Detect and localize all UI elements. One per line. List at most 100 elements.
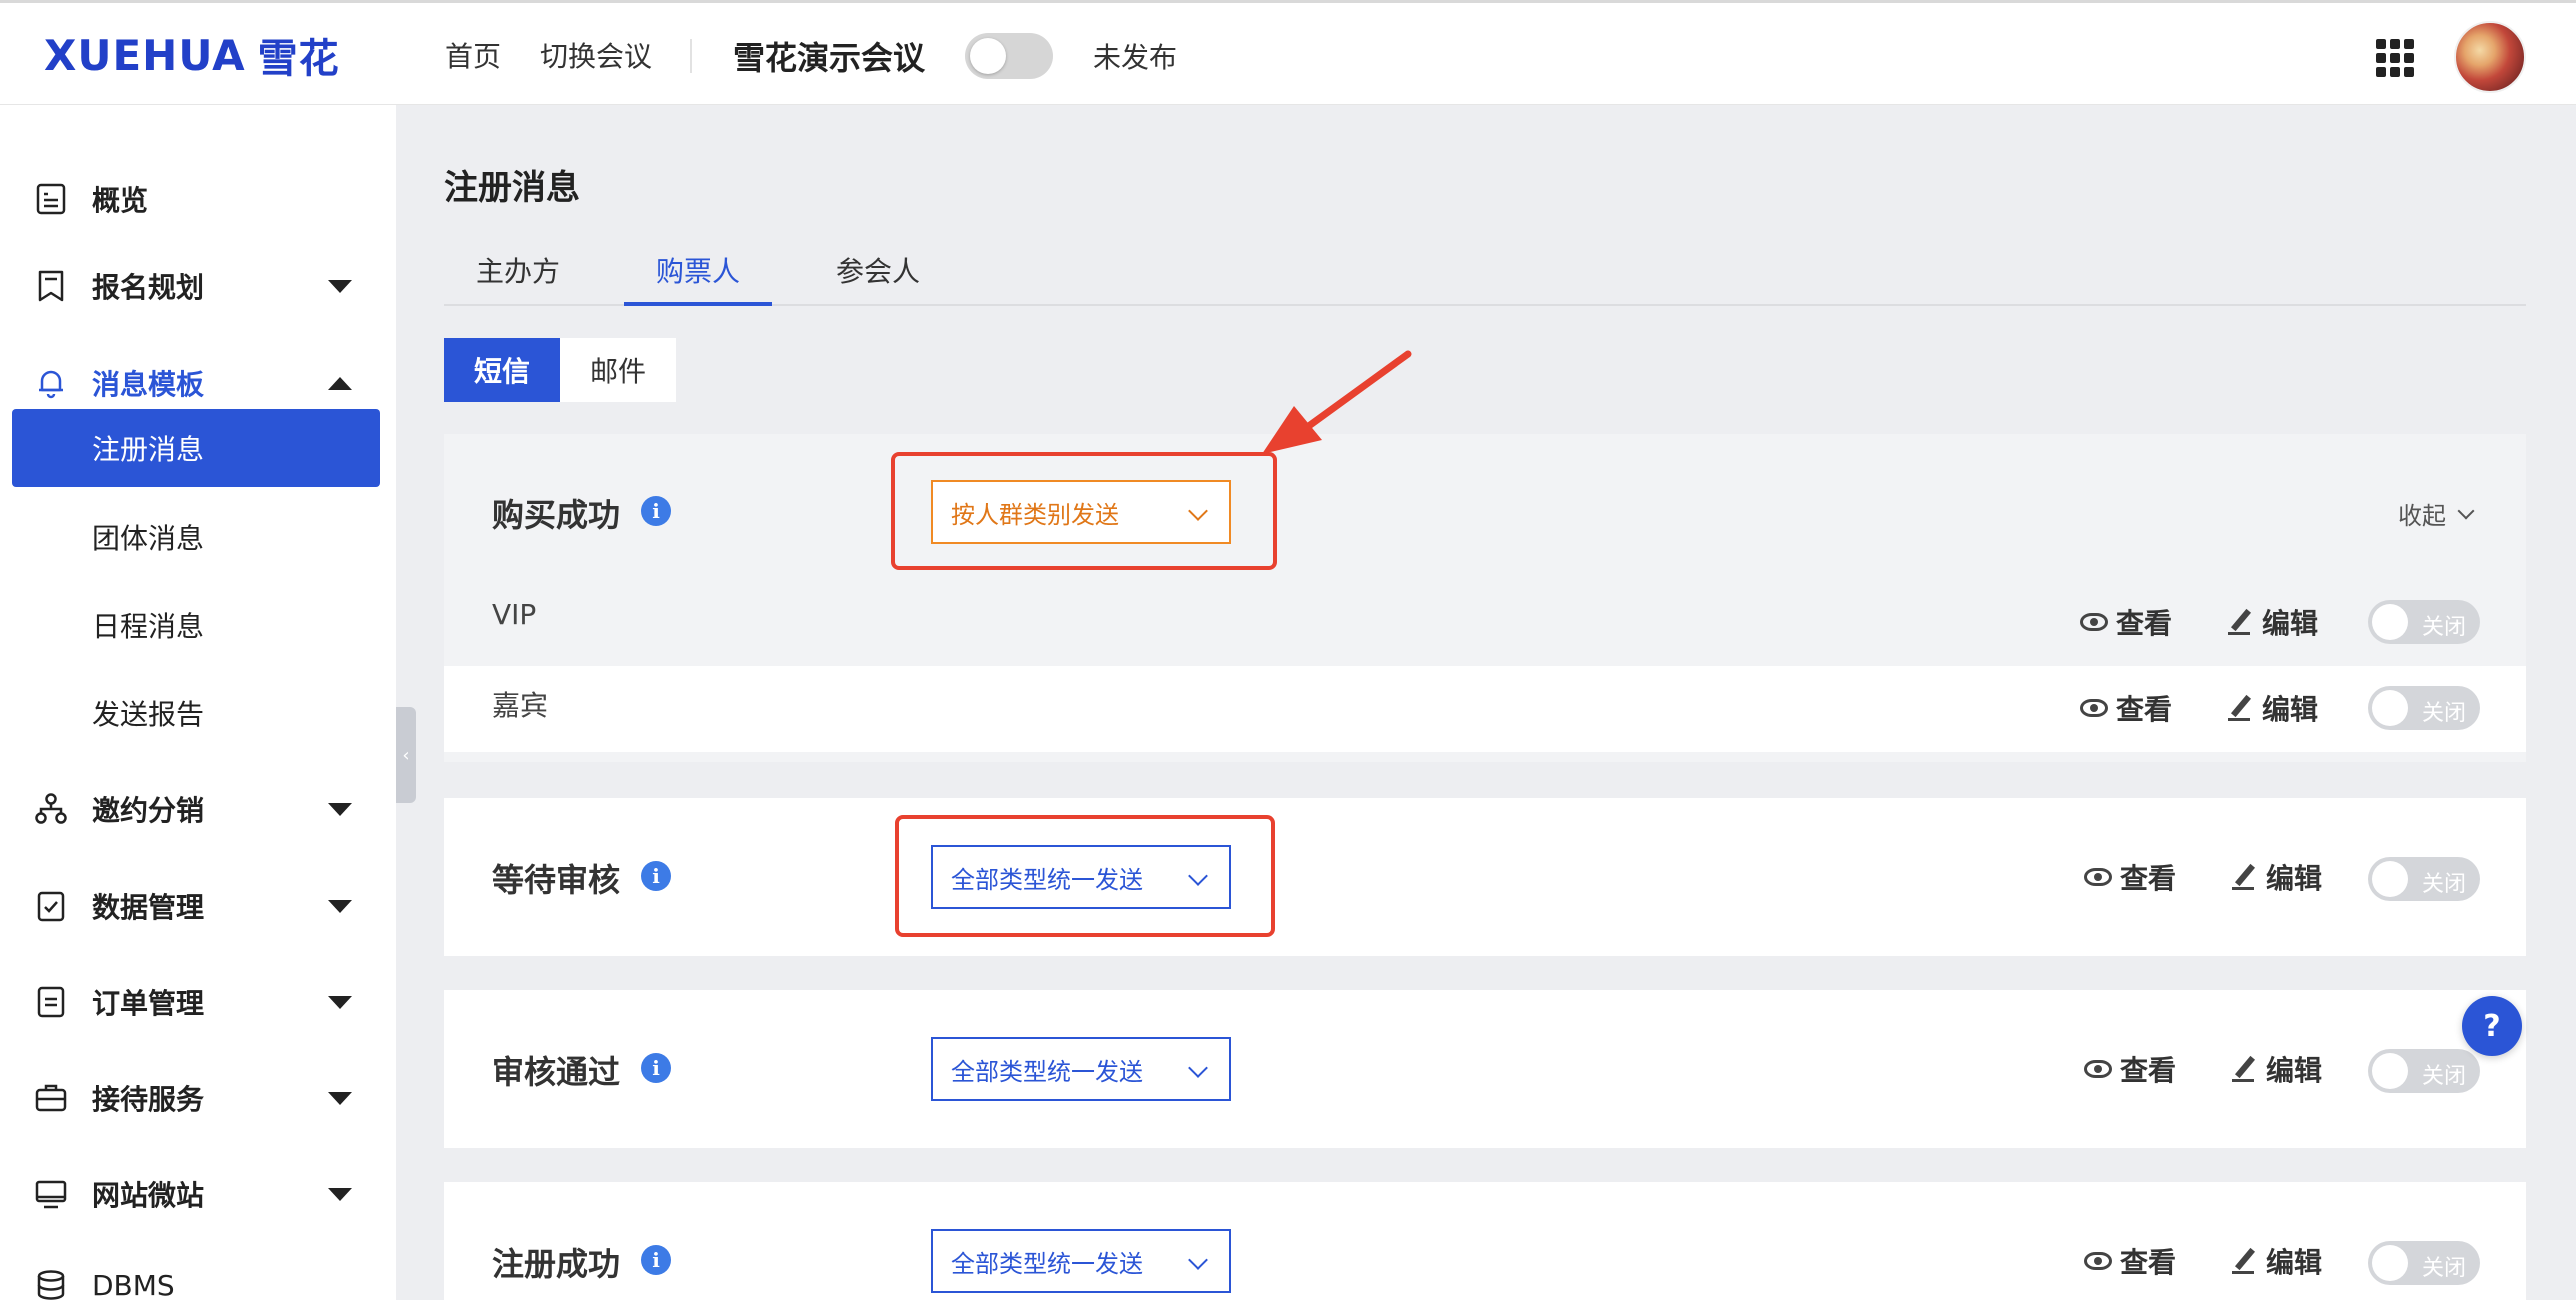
toggle-knob [2372, 861, 2408, 897]
chevron-down-icon [2457, 502, 2475, 519]
view-label: 查看 [2120, 1246, 2177, 1279]
view-button[interactable]: 查看 [2084, 1241, 2176, 1281]
enable-toggle[interactable]: 关闭 [2368, 1241, 2480, 1285]
publish-toggle-knob [970, 38, 1006, 74]
edit-button[interactable]: 编辑 [2226, 602, 2318, 642]
chevron-down-icon [328, 1091, 352, 1105]
toggle-knob [2372, 690, 2408, 726]
sidebar-item-label: 消息模板 [92, 368, 205, 401]
avatar[interactable] [2454, 21, 2526, 93]
info-icon[interactable]: i [641, 496, 671, 526]
channel-sms-button[interactable]: 短信 [444, 338, 560, 402]
chevron-down-icon [328, 802, 352, 816]
page-title: 注册消息 [444, 168, 580, 208]
sidebar-sub-group-messages[interactable]: 团体消息 [0, 498, 396, 576]
sidebar-item-label: 网站微站 [92, 1179, 205, 1212]
sidebar-item-reception[interactable]: 接待服务 [0, 1068, 396, 1128]
toggle-label: 关闭 [2422, 872, 2467, 897]
database-icon [37, 1270, 65, 1300]
view-button[interactable]: 查看 [2084, 1049, 2176, 1089]
sidebar-item-overview[interactable]: 概览 [0, 169, 396, 229]
top-bar: XUEHUA 雪花 首页 切换会议 雪花演示会议 未发布 [0, 0, 2576, 105]
select-value: 按人群类别发送 [951, 500, 1119, 529]
sidebar-item-registration-plan[interactable]: 报名规划 [0, 256, 396, 316]
eye-icon [2080, 613, 2108, 631]
briefcase-icon [35, 1084, 67, 1112]
eye-icon [2084, 1252, 2112, 1270]
edit-label: 编辑 [2266, 862, 2323, 895]
chevron-down-icon [1188, 1250, 1208, 1270]
tab-ticket-buyer[interactable]: 购票人 [656, 250, 740, 290]
enable-toggle[interactable]: 关闭 [2368, 686, 2480, 730]
pencil-icon [2230, 1247, 2258, 1275]
edit-button[interactable]: 编辑 [2226, 688, 2318, 728]
sidebar-sub-send-report[interactable]: 发送报告 [0, 674, 396, 752]
chevron-up-icon [328, 376, 352, 390]
sidebar-item-label: 订单管理 [92, 987, 205, 1020]
logo-text: XUEHUA [44, 30, 246, 80]
nav-switch-conference[interactable]: 切换会议 [540, 35, 652, 75]
apps-grid-icon[interactable] [2376, 39, 2414, 77]
enable-toggle[interactable]: 关闭 [2368, 1049, 2480, 1093]
sidebar-item-invitation[interactable]: 邀约分销 [0, 779, 396, 839]
info-icon[interactable]: i [641, 861, 671, 891]
select-value: 全部类型统一发送 [951, 1249, 1143, 1278]
eye-icon [2084, 1060, 2112, 1078]
toggle-knob [2372, 1053, 2408, 1089]
toggle-label: 关闭 [2422, 1256, 2467, 1281]
view-label: 查看 [2116, 693, 2173, 726]
sidebar-item-message-templates[interactable]: 消息模板 [0, 353, 396, 413]
overview-icon [36, 183, 66, 215]
tab-organizer[interactable]: 主办方 [476, 250, 560, 290]
nav-divider [690, 39, 692, 73]
view-button[interactable]: 查看 [2080, 688, 2172, 728]
edit-button[interactable]: 编辑 [2230, 857, 2322, 897]
info-icon[interactable]: i [641, 1245, 671, 1275]
toggle-label: 关闭 [2422, 615, 2467, 640]
bell-icon [39, 370, 63, 399]
collapse-button[interactable]: 收起 [2398, 496, 2475, 531]
sidebar-sub-label: 日程消息 [92, 610, 205, 643]
help-button[interactable]: ? [2462, 996, 2522, 1056]
sidebar-sub-registration-messages[interactable]: 注册消息 [12, 409, 380, 487]
enable-toggle[interactable]: 关闭 [2368, 600, 2480, 644]
edit-label: 编辑 [2266, 1246, 2323, 1279]
sidebar-item-order-management[interactable]: 订单管理 [0, 972, 396, 1032]
send-mode-select[interactable]: 全部类型统一发送 [931, 1229, 1231, 1293]
view-label: 查看 [2120, 862, 2177, 895]
tab-attendee[interactable]: 参会人 [836, 250, 920, 290]
nav-home[interactable]: 首页 [445, 35, 501, 75]
view-button[interactable]: 查看 [2080, 602, 2172, 642]
sidebar-collapse-handle[interactable]: ‹ [396, 707, 416, 803]
edit-button[interactable]: 编辑 [2230, 1049, 2322, 1089]
sidebar-item-data-management[interactable]: 数据管理 [0, 876, 396, 936]
sidebar-item-dbms[interactable]: DBMS [0, 1255, 396, 1300]
tab-active-indicator [624, 302, 772, 306]
pencil-icon [2226, 608, 2254, 636]
message-card-registration-success: 注册成功 i 全部类型统一发送 查看 编辑 关闭 [444, 1182, 2526, 1300]
logo[interactable]: XUEHUA 雪花 [44, 27, 340, 83]
sidebar-sub-label: 团体消息 [92, 522, 205, 555]
send-mode-select[interactable]: 全部类型统一发送 [931, 845, 1231, 909]
send-mode-select[interactable]: 按人群类别发送 [931, 480, 1231, 544]
pencil-icon [2230, 863, 2258, 891]
channel-email-button[interactable]: 邮件 [560, 338, 676, 402]
sidebar-item-website[interactable]: 网站微站 [0, 1164, 396, 1224]
edit-label: 编辑 [2262, 693, 2319, 726]
sidebar-item-label: DBMS [92, 1268, 175, 1300]
view-button[interactable]: 查看 [2084, 857, 2176, 897]
view-label: 查看 [2120, 1054, 2177, 1087]
message-card-approved: 审核通过 i 全部类型统一发送 查看 编辑 关闭 [444, 990, 2526, 1148]
sidebar-sub-schedule-messages[interactable]: 日程消息 [0, 586, 396, 664]
select-value: 全部类型统一发送 [951, 1057, 1143, 1086]
channel-switch: 短信 邮件 [444, 338, 676, 402]
sidebar-sub-label: 发送报告 [92, 698, 205, 731]
row-name: 嘉宾 [492, 689, 549, 722]
card-title: 审核通过 [492, 1053, 621, 1091]
chevron-down-icon [1188, 1058, 1208, 1078]
send-mode-select[interactable]: 全部类型统一发送 [931, 1037, 1231, 1101]
publish-toggle[interactable] [965, 33, 1053, 79]
edit-button[interactable]: 编辑 [2230, 1241, 2322, 1281]
enable-toggle[interactable]: 关闭 [2368, 857, 2480, 901]
info-icon[interactable]: i [641, 1053, 671, 1083]
